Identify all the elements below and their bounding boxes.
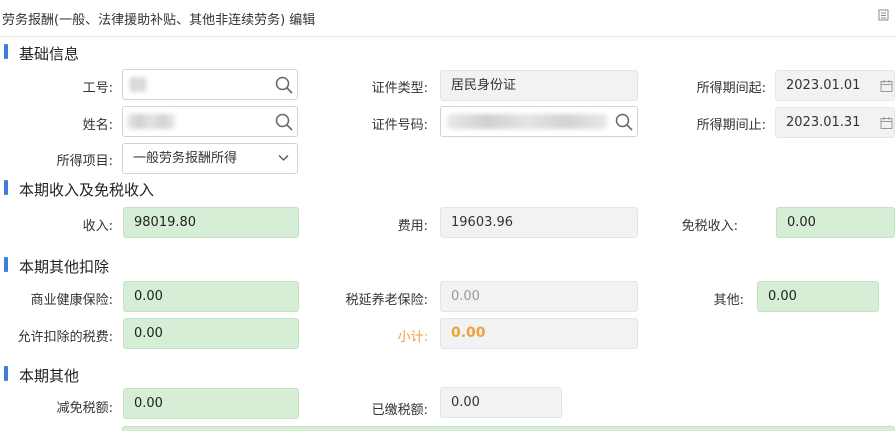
expense-field: 19603.96 (440, 207, 638, 238)
income-label: 收入: (82, 219, 113, 234)
tax-paid-label: 已缴税额: (371, 403, 428, 418)
chevron-down-icon (278, 155, 289, 161)
redacted-value (127, 114, 175, 129)
health-insurance-label: 商业健康保险: (30, 293, 113, 308)
pension-insurance-field: 0.00 (440, 281, 638, 312)
employee-id-label: 工号: (82, 81, 113, 96)
section-title-income: 本期收入及免税收入 (19, 181, 155, 199)
id-type-field: 居民身份证 (440, 70, 638, 101)
section-marker (4, 366, 8, 381)
id-type-label: 证件类型: (371, 81, 428, 96)
section-marker (4, 257, 8, 272)
tax-reduction-label: 减免税额: (56, 401, 113, 416)
period-end-label: 所得期间止: (696, 118, 766, 133)
income-input[interactable]: 98019.80 (123, 207, 299, 238)
period-start-field: 2023.01.01 (775, 70, 895, 101)
search-icon[interactable] (614, 112, 634, 132)
redacted-value (447, 114, 607, 129)
income-item-label: 所得项目: (56, 154, 113, 169)
tax-fee-input[interactable]: 0.00 (123, 318, 299, 349)
subtotal-value: 0.00 (451, 325, 486, 341)
other-deduction-input[interactable]: 0.00 (757, 281, 879, 312)
period-end-field: 2023.01.31 (775, 107, 895, 138)
tax-paid-field: 0.00 (440, 387, 562, 418)
section-marker (4, 180, 8, 195)
income-item-value: 一般劳务报酬所得 (133, 151, 238, 166)
redacted-value (129, 77, 147, 92)
period-start-label: 所得期间起: (696, 81, 766, 96)
name-input[interactable] (122, 106, 298, 137)
period-start-value: 2023.01.01 (786, 78, 861, 93)
period-end-value: 2023.01.31 (786, 115, 861, 130)
calendar-icon[interactable] (880, 79, 894, 93)
window-restore-icon[interactable] (878, 8, 890, 22)
search-icon[interactable] (274, 75, 294, 95)
taxfree-income-label: 免税收入: (681, 219, 738, 234)
subtotal-label: 小计: (397, 330, 428, 345)
employee-id-input[interactable] (122, 69, 298, 100)
search-icon[interactable] (274, 112, 294, 132)
subtotal-field: 0.00 (440, 318, 638, 349)
health-insurance-input[interactable]: 0.00 (123, 281, 299, 312)
name-label: 姓名: (82, 118, 113, 133)
id-number-input[interactable] (440, 106, 638, 137)
next-row-field[interactable] (122, 426, 895, 431)
other-deduction-label: 其他: (713, 293, 744, 308)
section-marker (4, 44, 8, 59)
section-title-deduction: 本期其他扣除 (19, 258, 110, 276)
calendar-icon[interactable] (880, 116, 894, 130)
id-number-label: 证件号码: (371, 118, 428, 133)
expense-label: 费用: (397, 219, 428, 234)
pension-insurance-label: 税延养老保险: (345, 293, 428, 308)
taxfree-income-input[interactable]: 0.00 (776, 207, 895, 238)
section-title-basic: 基础信息 (19, 45, 80, 63)
income-item-select[interactable]: 一般劳务报酬所得 (122, 143, 298, 174)
tax-reduction-input[interactable]: 0.00 (123, 388, 299, 419)
section-title-other: 本期其他 (19, 367, 80, 385)
window-title: 劳务报酬(一般、法律援助补贴、其他非连续劳务) 编辑 (2, 13, 316, 28)
tax-fee-label: 允许扣除的税费: (17, 330, 113, 345)
